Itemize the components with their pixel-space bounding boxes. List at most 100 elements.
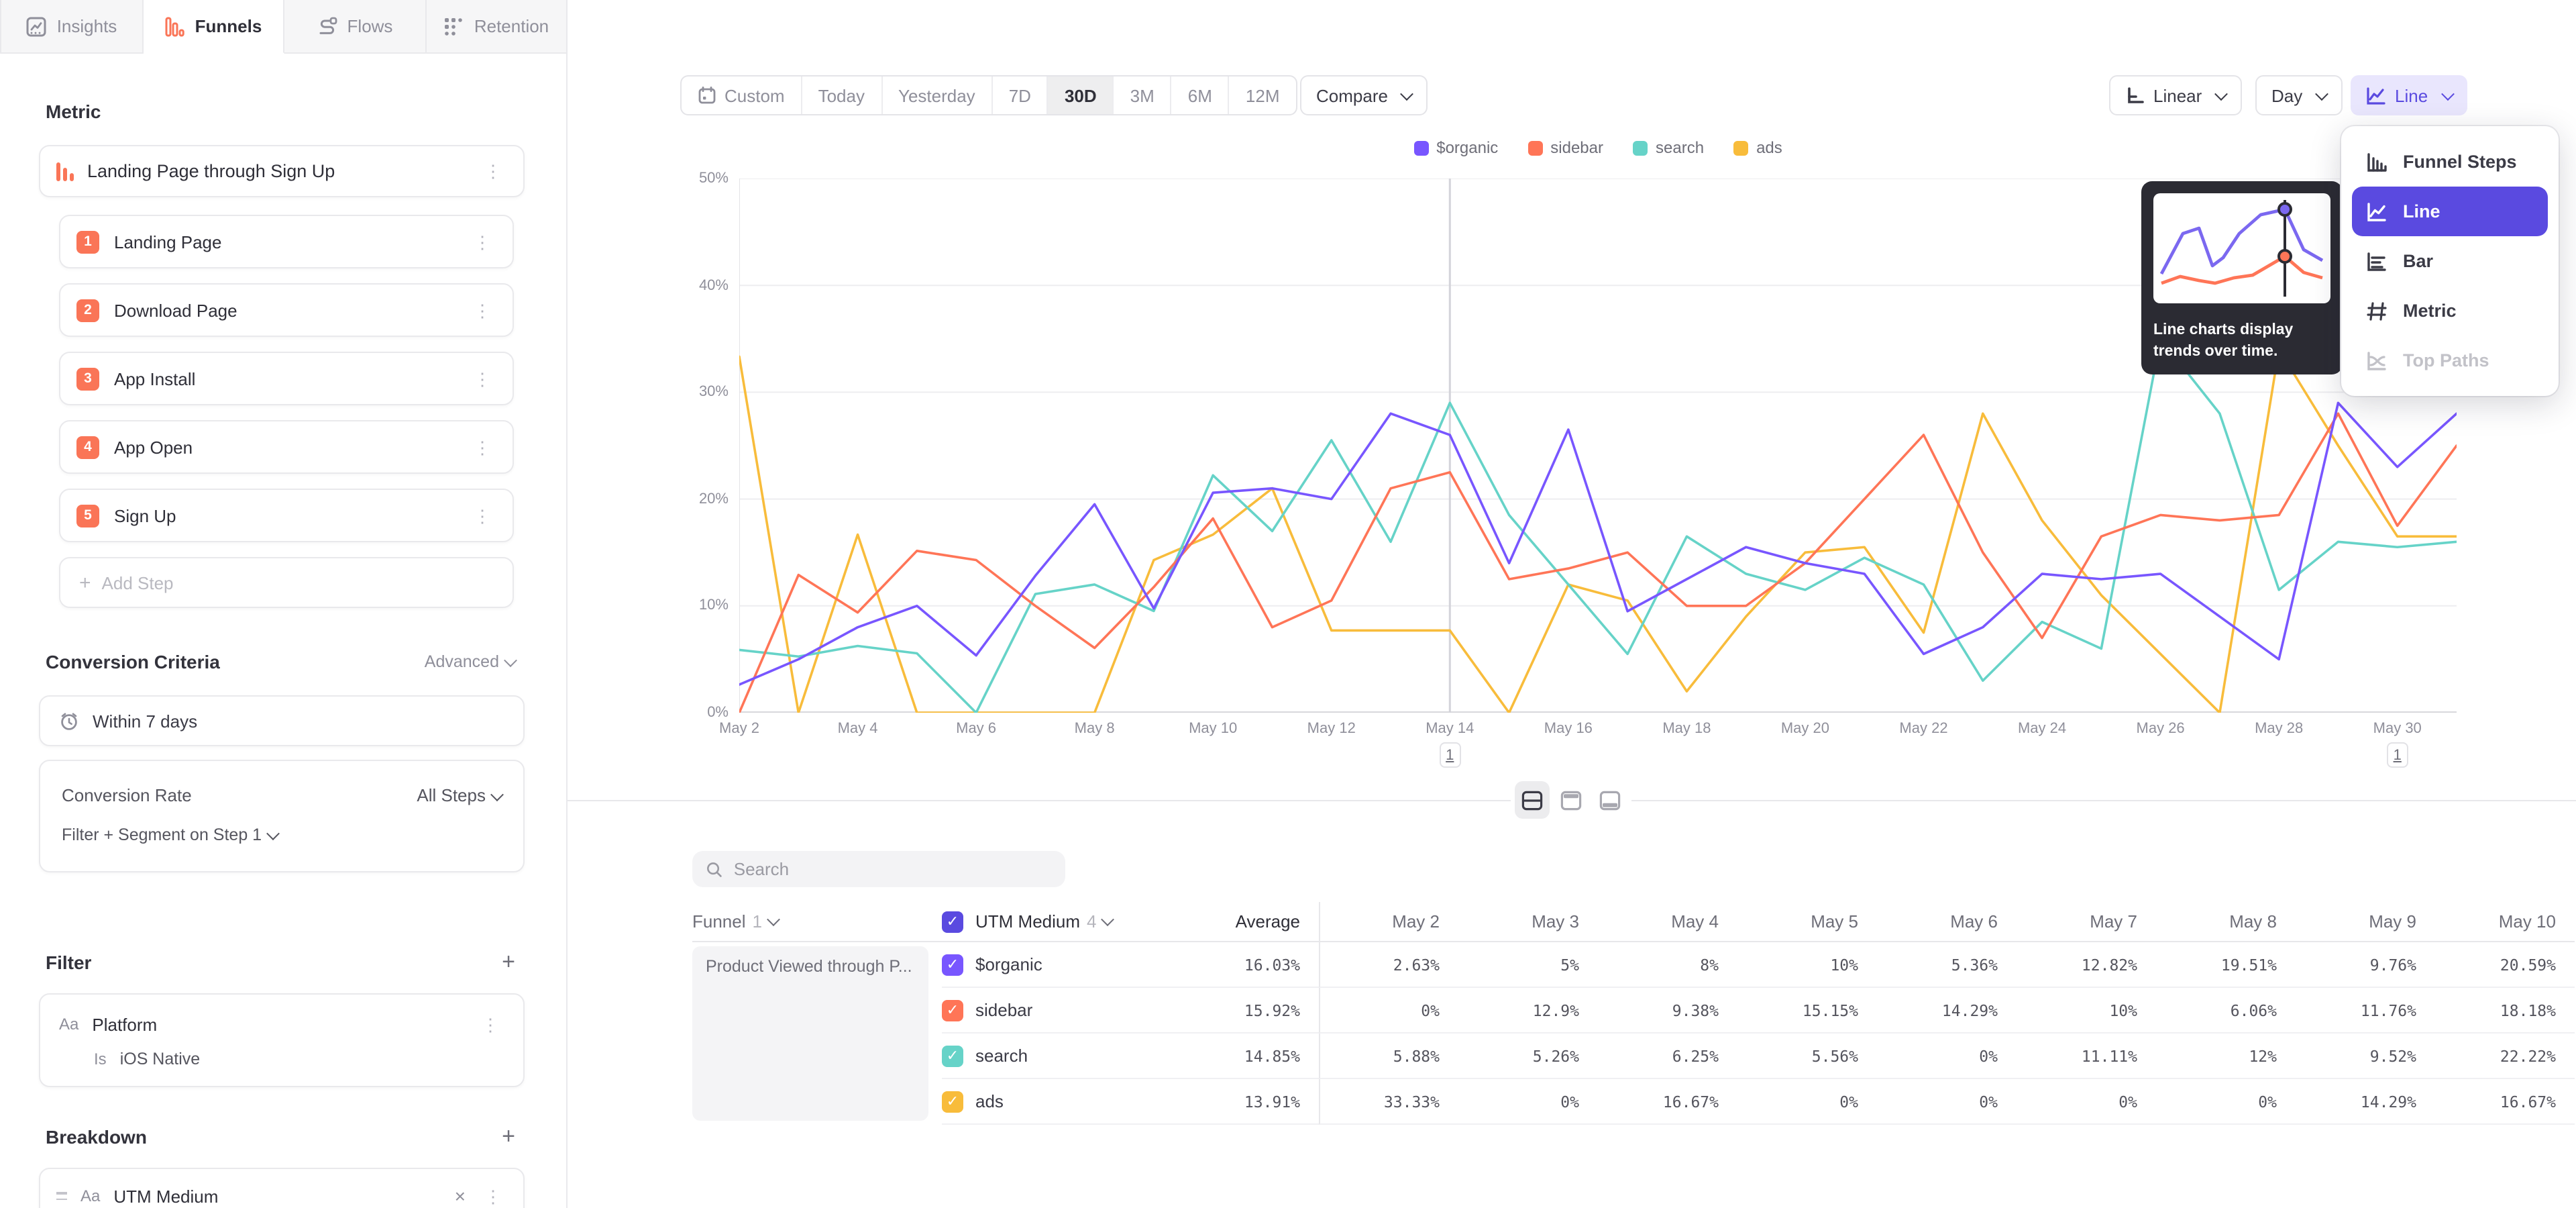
- range-6m[interactable]: 6M: [1171, 77, 1228, 114]
- range-7d[interactable]: 7D: [991, 77, 1047, 114]
- step-kebab-menu[interactable]: ⋮: [468, 299, 496, 321]
- segment-checkbox[interactable]: ✓: [942, 954, 963, 975]
- range-custom[interactable]: Custom: [682, 77, 801, 114]
- advanced-toggle[interactable]: Advanced: [425, 652, 515, 671]
- add-filter-button[interactable]: +: [502, 950, 515, 973]
- segment-name-cell-ads[interactable]: ✓ads: [942, 1079, 1118, 1125]
- step-kebab-menu[interactable]: ⋮: [468, 230, 496, 253]
- average-value: 15.92%: [1118, 988, 1319, 1034]
- tab-funnels[interactable]: Funnels: [143, 0, 284, 54]
- add-step-button[interactable]: + Add Step: [59, 557, 514, 608]
- menu-item-metric[interactable]: Metric: [2352, 286, 2548, 336]
- legend-item-organic[interactable]: $organic: [1413, 138, 1498, 157]
- breakdown-column-header[interactable]: ✓UTM Medium4: [942, 902, 1118, 942]
- range-today[interactable]: Today: [801, 77, 881, 114]
- step-kebab-menu[interactable]: ⋮: [468, 367, 496, 390]
- cell-value: 14.29%: [1877, 988, 2017, 1034]
- funnel-name-cell[interactable]: Product Viewed through P...: [692, 942, 942, 1125]
- funnel-kebab-menu[interactable]: ⋮: [479, 160, 507, 183]
- tab-insights[interactable]: Insights: [0, 0, 143, 54]
- annotation-badge-may-14[interactable]: 1: [1439, 742, 1460, 768]
- filter-kebab-menu[interactable]: ⋮: [476, 1013, 504, 1036]
- step-number-badge: 3: [76, 367, 99, 390]
- date-column-header[interactable]: May 5: [1737, 902, 1877, 942]
- legend-item-search[interactable]: search: [1633, 138, 1704, 157]
- funnel-step-5[interactable]: 5Sign Up⋮: [59, 489, 514, 542]
- range-yesterday[interactable]: Yesterday: [881, 77, 991, 114]
- funnel-step-4[interactable]: 4App Open⋮: [59, 420, 514, 474]
- tab-retention[interactable]: Retention: [426, 0, 568, 54]
- segment-name-cell-sidebar[interactable]: ✓sidebar: [942, 988, 1118, 1034]
- select-all-checkbox[interactable]: ✓: [942, 911, 963, 932]
- funnel-column-header[interactable]: Funnel1: [692, 902, 942, 942]
- y-tick-label: 20%: [648, 491, 729, 507]
- compare-button[interactable]: Compare: [1300, 75, 1428, 115]
- panel-bottom-button[interactable]: [1593, 781, 1627, 819]
- x-tick-label: May 30: [2373, 721, 2422, 737]
- date-column-header[interactable]: May 3: [1458, 902, 1598, 942]
- funnel-step-2[interactable]: 2Download Page⋮: [59, 283, 514, 337]
- filter-property[interactable]: Platform: [92, 1014, 157, 1034]
- tab-flows[interactable]: Flows: [284, 0, 426, 54]
- date-column-header[interactable]: May 6: [1877, 902, 2017, 942]
- average-column-header[interactable]: Average: [1118, 902, 1319, 942]
- legend-item-sidebar[interactable]: sidebar: [1527, 138, 1603, 157]
- all-steps-dropdown[interactable]: All Steps: [417, 785, 502, 805]
- menu-item-bar[interactable]: Bar: [2352, 236, 2548, 286]
- x-tick-label: May 20: [1781, 721, 1829, 737]
- segment-name-cell-organic[interactable]: ✓$organic: [942, 942, 1118, 988]
- segment-checkbox[interactable]: ✓: [942, 999, 963, 1021]
- cell-value: 0%: [2156, 1079, 2296, 1125]
- legend-label: search: [1656, 138, 1704, 157]
- query-sidebar: Metric Landing Page through Sign Up ⋮ 1L…: [0, 54, 568, 1208]
- menu-item-top-paths[interactable]: Top Paths: [2352, 336, 2548, 385]
- step-kebab-menu[interactable]: ⋮: [468, 504, 496, 527]
- funnel-step-1[interactable]: 1Landing Page⋮: [59, 215, 514, 268]
- cell-value: 2.63%: [1319, 942, 1458, 988]
- menu-item-funnel-steps[interactable]: Funnel Steps: [2352, 137, 2548, 187]
- menu-item-line[interactable]: Line: [2352, 187, 2548, 236]
- step-label: Sign Up: [114, 505, 453, 525]
- drag-handle-icon[interactable]: [56, 1192, 67, 1200]
- cell-value: 33.33%: [1319, 1079, 1458, 1125]
- range-3m[interactable]: 3M: [1113, 77, 1171, 114]
- filter-value[interactable]: iOS Native: [120, 1050, 201, 1068]
- filter-operator[interactable]: Is: [94, 1050, 107, 1068]
- remove-breakdown-icon[interactable]: ×: [455, 1185, 466, 1207]
- average-value: 13.91%: [1118, 1079, 1319, 1125]
- chart-type-dropdown[interactable]: Line: [2351, 75, 2467, 115]
- granularity-dropdown[interactable]: Day: [2255, 75, 2343, 115]
- menu-item-label: Bar: [2403, 251, 2433, 271]
- date-column-header[interactable]: May 10: [2435, 902, 2575, 942]
- step-kebab-menu[interactable]: ⋮: [468, 436, 496, 458]
- layout-toggle-group: [1511, 777, 1631, 823]
- split-view-button[interactable]: [1515, 781, 1550, 819]
- range-30d[interactable]: 30D: [1047, 77, 1113, 114]
- date-column-header[interactable]: May 7: [2017, 902, 2156, 942]
- breakdown-kebab-menu[interactable]: ⋮: [479, 1185, 507, 1207]
- range-12m[interactable]: 12M: [1228, 77, 1296, 114]
- date-column-header[interactable]: May 9: [2296, 902, 2435, 942]
- segment-checkbox[interactable]: ✓: [942, 1045, 963, 1066]
- add-breakdown-button[interactable]: +: [502, 1125, 515, 1148]
- legend-item-ads[interactable]: ads: [1733, 138, 1782, 157]
- step-number-badge: 2: [76, 299, 99, 321]
- funnel-step-3[interactable]: 3App Install⋮: [59, 352, 514, 405]
- conversion-window-card[interactable]: Within 7 days: [39, 695, 525, 746]
- chevron-down-icon: [1401, 87, 1414, 100]
- segment-checkbox[interactable]: ✓: [942, 1091, 963, 1112]
- breakdown-card[interactable]: Aa UTM Medium × ⋮: [39, 1168, 525, 1208]
- annotation-badge-may-30[interactable]: 1: [2387, 742, 2408, 768]
- cell-value: 12.82%: [2017, 942, 2156, 988]
- funnel-title-card[interactable]: Landing Page through Sign Up ⋮: [39, 145, 525, 197]
- metric-icon: [2365, 300, 2388, 321]
- search-input[interactable]: [734, 859, 1052, 879]
- date-column-header[interactable]: May 4: [1598, 902, 1737, 942]
- date-column-header[interactable]: May 2: [1319, 902, 1458, 942]
- panel-top-button[interactable]: [1554, 781, 1589, 819]
- y-tick-label: 40%: [648, 277, 729, 293]
- filter-segment-dropdown[interactable]: Filter + Segment on Step 1: [62, 825, 278, 844]
- segment-name-cell-search[interactable]: ✓search: [942, 1034, 1118, 1079]
- scale-dropdown[interactable]: Linear: [2109, 75, 2242, 115]
- date-column-header[interactable]: May 8: [2156, 902, 2296, 942]
